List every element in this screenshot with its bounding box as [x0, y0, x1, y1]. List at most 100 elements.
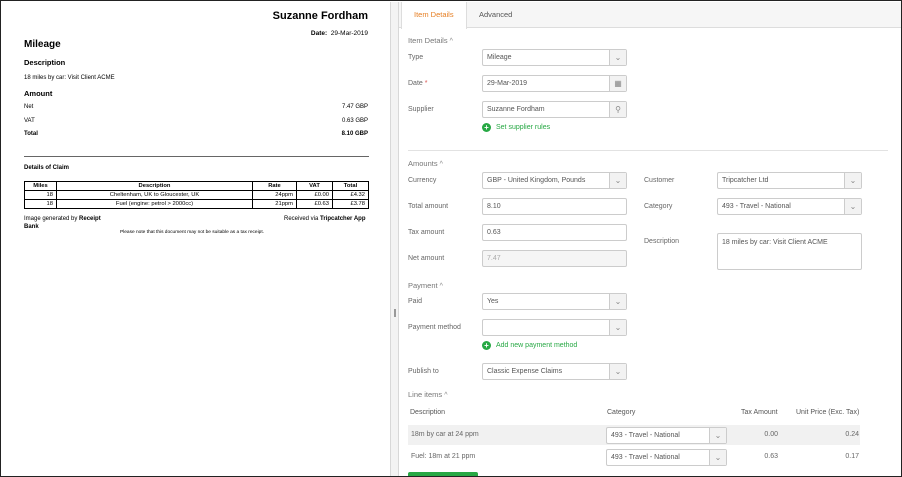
document-total-label: Total	[24, 131, 38, 137]
chevron-down-icon[interactable]: ⌄	[844, 199, 861, 214]
line-item-row[interactable]: 18m by car at 24 ppm 493 - Travel - Nati…	[408, 425, 860, 445]
plus-circle-icon: +	[482, 123, 491, 132]
pane-splitter[interactable]	[390, 2, 399, 476]
tax-amount-label: Tax amount	[408, 229, 445, 236]
section-amounts[interactable]: Amounts ^	[408, 159, 443, 168]
customer-select[interactable]: Tripcatcher Ltd ⌄	[717, 172, 862, 189]
document-claimant-name: Suzanne Fordham	[272, 10, 368, 22]
paid-select-value: Yes	[487, 298, 499, 305]
chevron-down-icon[interactable]: ⌄	[609, 320, 626, 335]
claim-cell: £0.63	[296, 199, 333, 209]
supplier-field[interactable]: Suzanne Fordham ⚲	[482, 101, 627, 118]
type-select-value: Mileage	[487, 54, 512, 61]
chevron-down-icon[interactable]: ⌄	[609, 173, 626, 188]
document-description-heading: Description	[24, 58, 66, 67]
paid-label: Paid	[408, 298, 423, 305]
payment-method-select[interactable]: ⌄	[482, 319, 627, 336]
received-source: Tripcatcher App	[320, 216, 366, 222]
plus-circle-icon: +	[482, 341, 491, 350]
tab-item-details[interactable]: Item Details	[401, 2, 467, 29]
category-select[interactable]: 493 - Travel - National ⌄	[717, 198, 862, 215]
claim-cell: 21ppm	[252, 199, 297, 209]
currency-select[interactable]: GBP - United Kingdom, Pounds ⌄	[482, 172, 627, 189]
chevron-down-icon[interactable]: ⌄	[609, 50, 626, 65]
set-supplier-rules-link[interactable]: + Set supplier rules	[482, 123, 550, 132]
claim-table-header: Miles Description Rate VAT Total	[24, 181, 369, 191]
tab-bar: Item Details Advanced	[399, 2, 901, 29]
caret-up-icon: ^	[439, 161, 443, 168]
splitter-grip-icon[interactable]	[394, 309, 396, 317]
required-marker: *	[424, 80, 428, 87]
line-item-category-value: 493 - Travel - National	[611, 454, 680, 461]
add-line-item-button[interactable]	[408, 472, 478, 476]
paid-select[interactable]: Yes ⌄	[482, 293, 627, 310]
caret-up-icon: ^	[444, 392, 448, 399]
chevron-down-icon[interactable]: ⌄	[609, 364, 626, 379]
line-item-description: 18m by car at 24 ppm	[411, 431, 479, 438]
date-label: Date *	[408, 80, 427, 87]
line-item-tax: 0.63	[764, 453, 778, 460]
claim-table: Miles Description Rate VAT Total 18 Chel…	[24, 181, 369, 209]
tax-amount-value: 0.63	[487, 229, 501, 236]
claim-cell: 24ppm	[252, 190, 297, 200]
document-date: Date: 29-Mar-2019	[311, 30, 368, 37]
caret-up-icon: ^	[449, 38, 453, 45]
total-amount-label: Total amount	[408, 203, 449, 210]
claim-cell: Cheltenham, UK to Gloucester, UK	[56, 190, 253, 200]
line-item-category-select[interactable]: 493 - Travel - National ⌄	[606, 449, 727, 466]
chevron-down-icon[interactable]: ⌄	[609, 294, 626, 309]
claim-col-total: Total	[332, 181, 369, 191]
claim-cell: £4.32	[332, 190, 369, 200]
line-item-row[interactable]: Fuel: 18m at 21 ppm 493 - Travel - Natio…	[408, 447, 860, 467]
document-vat-value: 0.63 GBP	[341, 118, 368, 124]
add-payment-method-link[interactable]: + Add new payment method	[482, 341, 577, 350]
tax-amount-field[interactable]: 0.63	[482, 224, 627, 241]
supplier-field-value: Suzanne Fordham	[487, 106, 545, 113]
customer-label: Customer	[644, 177, 675, 184]
net-amount-label: Net amount	[408, 255, 445, 262]
currency-select-value: GBP - United Kingdom, Pounds	[487, 177, 586, 184]
chevron-down-icon[interactable]: ⌄	[709, 428, 726, 443]
customer-select-value: Tripcatcher Ltd	[722, 177, 769, 184]
type-select[interactable]: Mileage ⌄	[482, 49, 627, 66]
document-description: 18 miles by car: Visit Client ACME	[24, 75, 115, 81]
claim-cell: £3.78	[332, 199, 369, 209]
chevron-down-icon[interactable]: ⌄	[844, 173, 861, 188]
date-label-text: Date	[408, 80, 423, 87]
document-date-value: 29-Mar-2019	[330, 30, 368, 37]
tab-advanced[interactable]: Advanced	[467, 2, 524, 28]
claim-cell: Fuel (engine: petrol > 2000cc)	[56, 199, 253, 209]
section-item-details[interactable]: Item Details ^	[408, 36, 453, 45]
claim-col-description: Description	[56, 181, 253, 191]
supplier-label: Supplier	[408, 106, 434, 113]
section-payment[interactable]: Payment ^	[408, 281, 443, 290]
claim-cell: 18	[24, 199, 57, 209]
claim-cell: 18	[24, 190, 57, 200]
payment-method-label: Payment method	[408, 324, 461, 331]
category-label: Category	[644, 203, 673, 210]
claim-col-miles: Miles	[24, 181, 57, 191]
total-amount-field[interactable]: 8.10	[482, 198, 627, 215]
section-line-items[interactable]: Line items ^	[408, 390, 447, 399]
set-supplier-rules-text: Set supplier rules	[496, 124, 551, 131]
line-col-unit-price: Unit Price (Exc. Tax)	[796, 409, 860, 416]
claim-row: 18 Cheltenham, UK to Gloucester, UK 24pp…	[24, 190, 369, 200]
description-textarea-value: 18 miles by car: Visit Client ACME	[722, 239, 828, 246]
section-payment-title: Payment	[408, 281, 438, 290]
line-item-category-select[interactable]: 493 - Travel - National ⌄	[606, 427, 727, 444]
document-vat-label: VAT	[24, 118, 35, 124]
date-field-value: 29-Mar-2019	[487, 80, 528, 87]
category-select-value: 493 - Travel - National	[722, 203, 791, 210]
line-item-category-value: 493 - Travel - National	[611, 432, 680, 439]
line-item-description: Fuel: 18m at 21 ppm	[411, 453, 476, 460]
description-textarea[interactable]: 18 miles by car: Visit Client ACME	[717, 233, 862, 270]
chevron-down-icon[interactable]: ⌄	[709, 450, 726, 465]
claim-col-rate: Rate	[252, 181, 297, 191]
document-date-label: Date:	[310, 30, 328, 37]
search-icon[interactable]: ⚲	[609, 102, 626, 117]
section-divider	[408, 150, 888, 151]
calendar-icon[interactable]: ▦	[609, 76, 626, 91]
document-net-label: Net	[24, 104, 34, 110]
publish-to-select[interactable]: Classic Expense Claims ⌄	[482, 363, 627, 380]
date-field[interactable]: 29-Mar-2019 ▦	[482, 75, 627, 92]
